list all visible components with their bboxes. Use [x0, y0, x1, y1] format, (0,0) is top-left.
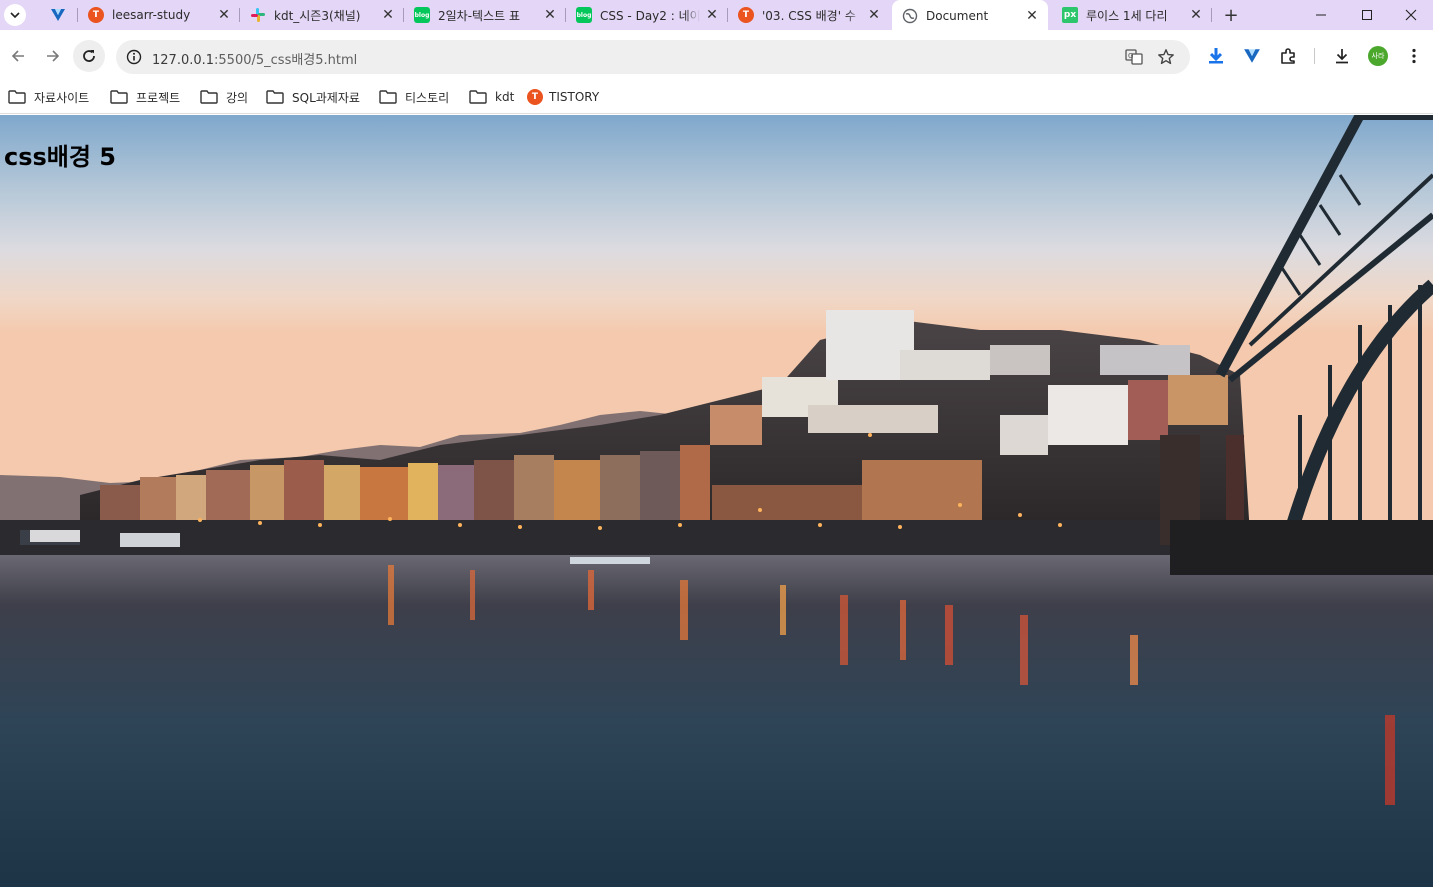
- window-close-button[interactable]: [1388, 0, 1433, 30]
- extension-download-button[interactable]: [1205, 45, 1227, 67]
- vuetify-icon: [51, 9, 65, 21]
- close-icon: [1405, 9, 1417, 21]
- close-icon[interactable]: ✕: [1188, 7, 1204, 23]
- bookmark-label: kdt: [495, 90, 515, 104]
- url-host: 127.0.0.1: [152, 53, 215, 68]
- bookmark-folder[interactable]: SQL과제자료: [260, 85, 366, 109]
- bookmark-star-button[interactable]: [1156, 47, 1176, 67]
- plus-icon: +: [1223, 4, 1239, 26]
- extensions-button[interactable]: [1277, 45, 1299, 67]
- svg-text:G: G: [1128, 52, 1133, 60]
- folder-icon: [110, 90, 128, 104]
- bookmark-folder[interactable]: 티스토리: [373, 85, 455, 109]
- back-button[interactable]: [2, 40, 34, 72]
- globe-icon: [902, 8, 918, 24]
- tistory-icon: T: [738, 7, 754, 23]
- minimize-button[interactable]: [1298, 0, 1344, 30]
- page-heading: css배경 5: [4, 143, 117, 171]
- folder-icon: [200, 90, 218, 104]
- tab-css-background-tistory[interactable]: T '03. CSS 배경' 수 ✕: [728, 0, 890, 30]
- bookmark-folder[interactable]: 강의: [194, 85, 254, 109]
- close-icon[interactable]: ✕: [704, 7, 720, 23]
- tistory-icon: T: [527, 89, 543, 105]
- tab-document[interactable]: Document ✕: [892, 0, 1048, 32]
- download-arrow-icon: [1209, 48, 1223, 64]
- bookmark-folder[interactable]: 자료사이트: [2, 85, 95, 109]
- star-icon: [1158, 49, 1174, 65]
- tab-leesarr-study[interactable]: T leesarr-study ✕: [78, 0, 240, 30]
- tab-title: leesarr-study: [112, 8, 191, 22]
- address-bar[interactable]: 127.0.0.1:5500/5_css배경5.html G: [116, 40, 1190, 74]
- tab-luis-bridge[interactable]: px 루이스 1세 다리 ✕: [1052, 0, 1212, 30]
- tab-search-button[interactable]: [4, 4, 26, 26]
- tab-strip: T leesarr-study ✕ kdt_시즌3(채널) ✕ blog 2일차…: [0, 0, 1433, 32]
- maximize-icon: [1362, 10, 1372, 20]
- page-viewport: css배경 5: [0, 115, 1433, 887]
- close-icon[interactable]: ✕: [380, 7, 396, 23]
- arrow-right-icon: [47, 50, 60, 62]
- vuetify-icon: [1244, 49, 1260, 63]
- reload-button[interactable]: [73, 40, 105, 72]
- info-icon: [126, 49, 142, 65]
- bookmark-label: SQL과제자료: [292, 90, 360, 105]
- bookmark-label: 강의: [226, 90, 249, 105]
- download-icon: [1336, 49, 1348, 64]
- tab-title: '03. CSS 배경' 수: [762, 8, 856, 23]
- tab-kdt-slack[interactable]: kdt_시즌3(채널) ✕: [240, 0, 404, 30]
- profile-avatar[interactable]: 사라: [1368, 46, 1388, 66]
- bookmark-label: 프로젝트: [136, 90, 181, 105]
- pixabay-icon: px: [1062, 7, 1078, 23]
- translate-button[interactable]: G: [1124, 47, 1144, 67]
- folder-icon: [8, 90, 26, 104]
- downloads-button[interactable]: [1331, 45, 1353, 67]
- bookmarks-bar: 자료사이트 프로젝트 강의 SQL과제자료 티스토리 kdt T TISTORY: [0, 82, 1433, 114]
- arrow-left-icon: [11, 50, 24, 62]
- toolbar-separator: [1314, 48, 1315, 64]
- extension-vuetify-button[interactable]: [1241, 45, 1263, 67]
- tab-vuetify[interactable]: [40, 0, 78, 30]
- bookmark-folder[interactable]: kdt: [463, 85, 520, 109]
- tab-css-day2[interactable]: blog CSS - Day2 : 네이 ✕: [566, 0, 728, 30]
- blog-icon: blog: [576, 7, 592, 23]
- tab-title: 루이스 1세 다리: [1086, 8, 1168, 23]
- browser-toolbar: 127.0.0.1:5500/5_css배경5.html G 사라: [0, 30, 1433, 82]
- more-vert-icon: [1412, 48, 1416, 64]
- menu-button[interactable]: [1403, 45, 1425, 67]
- tistory-icon: T: [88, 7, 104, 23]
- close-icon[interactable]: ✕: [542, 7, 558, 23]
- close-icon[interactable]: ✕: [216, 7, 232, 23]
- chevron-down-icon: [10, 12, 20, 19]
- url-text[interactable]: 127.0.0.1:5500/5_css배경5.html: [152, 49, 357, 68]
- background-photo: [0, 115, 1433, 887]
- translate-icon: G: [1125, 49, 1143, 65]
- minimize-icon: [1316, 14, 1326, 16]
- site-info-button[interactable]: [124, 47, 144, 67]
- tab-title: CSS - Day2 : 네이: [600, 8, 700, 23]
- reload-icon: [83, 50, 95, 62]
- folder-icon: [266, 90, 284, 104]
- url-path: :5500/5_css배경5.html: [214, 53, 358, 68]
- bookmark-tistory[interactable]: T TISTORY: [521, 85, 605, 109]
- new-tab-button[interactable]: +: [1220, 4, 1242, 26]
- folder-icon: [469, 90, 487, 104]
- tab-title: Document: [926, 9, 989, 23]
- bookmark-label: 티스토리: [405, 90, 450, 105]
- bookmark-label: 자료사이트: [34, 90, 90, 105]
- tab-title: kdt_시즌3(채널): [274, 8, 361, 23]
- tab-title: 2일차-텍스트 표: [438, 8, 521, 23]
- tab-text-blog[interactable]: blog 2일차-텍스트 표 ✕: [404, 0, 566, 30]
- bookmark-label: TISTORY: [549, 90, 600, 104]
- folder-icon: [379, 90, 397, 104]
- close-icon[interactable]: ✕: [866, 7, 882, 23]
- maximize-button[interactable]: [1344, 0, 1390, 30]
- forward-button[interactable]: [37, 40, 69, 72]
- puzzle-icon: [1281, 48, 1295, 64]
- blog-icon: blog: [414, 7, 430, 23]
- slack-icon: [251, 8, 265, 22]
- bookmark-folder[interactable]: 프로젝트: [104, 85, 186, 109]
- close-icon[interactable]: ✕: [1024, 8, 1040, 24]
